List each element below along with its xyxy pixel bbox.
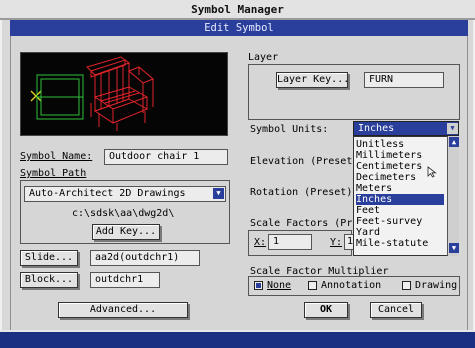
elevation-label: Elevation (Preset) [250,156,359,167]
desktop-bottom-edge [0,330,475,348]
symbol-path-select[interactable]: Auto-Architect 2D Drawings [24,186,226,202]
symbol-path-label: Symbol Path [20,168,87,179]
scroll-up-arrow-icon[interactable]: ▲ [449,137,459,147]
block-field[interactable]: outdchr1 [90,272,160,288]
units-option[interactable]: Millimeters [356,150,444,161]
insertion-point-icon [30,90,42,102]
scroll-down-arrow-icon[interactable]: ▼ [449,243,459,253]
multiplier-drawing-checkbox[interactable] [402,281,411,290]
scale-x-field[interactable]: 1 [268,234,312,250]
layer-key-button[interactable]: Layer Key... [276,72,349,88]
layer-label: Layer [248,52,279,63]
slide-field[interactable]: aa2d(outdchr1) [90,250,200,266]
units-option[interactable]: Feet-survey [356,216,444,227]
units-list-scrollbar[interactable]: ▲ ▼ [447,136,459,256]
multiplier-annotation-checkbox[interactable] [308,281,317,290]
symbol-path-value: Auto-Architect 2D Drawings [29,188,186,199]
mouse-cursor-icon [427,166,437,178]
dialog-title: Edit Symbol [10,20,468,36]
multiplier-none-checkbox[interactable] [254,281,263,290]
units-option-selected[interactable]: Inches [356,194,444,205]
units-option[interactable]: Unitless [356,139,444,150]
symbol-units-value: Inches [358,123,395,134]
add-key-button[interactable]: Add Key... [92,224,160,240]
units-option[interactable]: Meters [356,183,444,194]
advanced-button[interactable]: Advanced... [58,302,188,318]
symbol-preview [20,52,228,136]
symbol-units-label: Symbol Units: [250,124,329,135]
cancel-button[interactable]: Cancel [370,302,422,318]
path-dropdown-arrow-icon[interactable]: ▼ [213,188,224,199]
units-option[interactable]: Yard [356,227,444,238]
block-button[interactable]: Block... [20,272,78,288]
ok-button[interactable]: OK [304,302,348,318]
units-option[interactable]: Mile-statute [356,238,444,249]
multiplier-none-label: None [267,280,292,291]
units-dropdown-arrow-icon[interactable]: ▼ [447,123,458,134]
slide-button[interactable]: Slide... [20,250,78,266]
symbol-name-field[interactable]: Outdoor chair 1 [104,149,228,165]
symbol-units-select[interactable]: Inches [353,121,459,136]
scale-factors-label: Scale Factors (Pr [250,218,353,229]
symbol-directory-text: c:\sdsk\aa\dwg2d\ [72,208,175,219]
window-title: Symbol Manager [0,0,475,20]
scale-y-label: Y: [330,237,343,248]
chair-drawing [30,56,154,131]
multiplier-annotation-label: Annotation [321,280,382,291]
multiplier-drawing-label: Drawing [415,280,458,291]
chair-plan-view [36,74,84,120]
chair-3d-view [86,56,154,131]
layer-field[interactable]: FURN [364,72,444,88]
units-option[interactable]: Feet [356,205,444,216]
units-dropdown-list[interactable]: Unitless Millimeters Centimeters Decimet… [353,136,459,256]
rotation-label: Rotation (Preset) [250,187,353,198]
symbol-name-label: Symbol Name: [20,151,93,162]
scale-x-label: X: [254,237,267,248]
